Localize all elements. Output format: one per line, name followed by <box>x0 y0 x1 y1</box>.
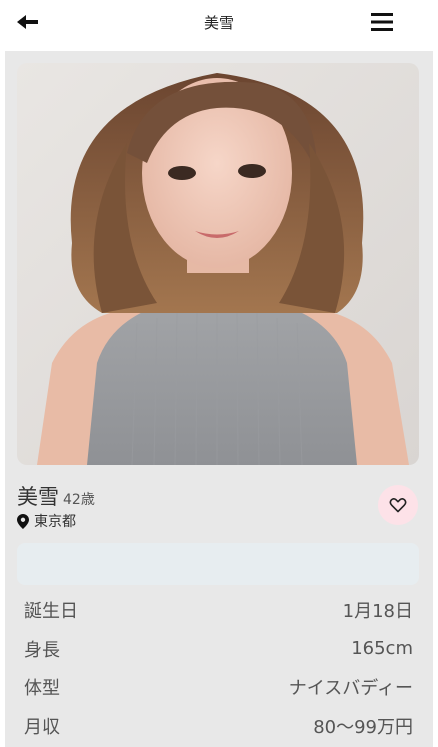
hamburger-menu-icon <box>371 13 393 31</box>
detail-row-body-type: 体型 ナイスバディー <box>5 668 433 707</box>
menu-button[interactable] <box>370 10 394 34</box>
detail-label: 月収 <box>24 716 60 738</box>
profile-name: 美雪 <box>17 485 59 509</box>
map-pin-icon <box>17 513 29 529</box>
detail-value: ナイスバディー <box>288 678 413 700</box>
detail-value: 80〜99万円 <box>313 716 413 738</box>
profile-name-row: 美雪 42歳 <box>17 481 95 511</box>
profile-photo[interactable] <box>17 63 419 465</box>
profile-age: 42歳 <box>63 492 95 508</box>
app-header: 美雪 <box>0 0 438 46</box>
profile-location: 東京都 <box>17 511 76 531</box>
profile-details: 誕生日 1月18日 身長 165cm 体型 ナイスバディー 月収 80〜99万円 <box>5 591 433 745</box>
detail-label: 誕生日 <box>24 601 78 623</box>
profile-message-box <box>17 543 419 585</box>
detail-row-income: 月収 80〜99万円 <box>5 707 433 746</box>
detail-value: 1月18日 <box>342 601 413 623</box>
heart-outline-icon <box>389 497 407 513</box>
favorite-button[interactable] <box>378 485 418 525</box>
detail-row-height: 身長 165cm <box>5 630 433 669</box>
detail-value: 165cm <box>351 638 413 660</box>
detail-label: 身長 <box>24 639 60 661</box>
detail-label: 体型 <box>24 678 60 700</box>
detail-row-birthday: 誕生日 1月18日 <box>5 591 433 630</box>
profile-photo-image <box>17 63 419 465</box>
profile-content: 美雪42歳 東京都 誕生日 1月18日 身長 165cm 体型 ナイスバディー <box>5 51 433 747</box>
location-text: 東京都 <box>34 514 76 530</box>
